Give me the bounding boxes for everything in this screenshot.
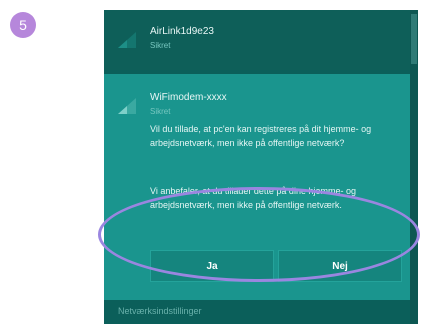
network-panel: AirLink1d9e23 Sikret WiFimodem-xxxx Sikr… [104, 10, 418, 324]
no-button[interactable]: Nej [278, 250, 402, 282]
network-name: AirLink1d9e23 [150, 26, 214, 37]
sharing-recommendation: Vi anbefaler, at du tillader dette på di… [150, 186, 356, 210]
sharing-question: Vil du tillade, at pc'en kan registreres… [150, 124, 372, 148]
wifi-signal-icon [118, 98, 136, 114]
yes-button[interactable]: Ja [150, 250, 274, 282]
scrollbar[interactable] [410, 10, 418, 324]
wifi-signal-icon [118, 32, 136, 48]
network-name: WiFimodem-xxxx [150, 92, 227, 103]
scrollbar-thumb[interactable] [411, 14, 417, 64]
network-item-airlink[interactable]: AirLink1d9e23 Sikret [104, 10, 410, 70]
network-item-wifimodem[interactable]: WiFimodem-xxxx Sikret Vil du tillade, at… [104, 74, 410, 300]
network-status: Sikret [150, 41, 171, 50]
network-status: Sikret [150, 107, 171, 116]
network-settings-link[interactable]: Netværksindstillinger [118, 306, 202, 316]
step-badge: 5 [10, 12, 36, 38]
